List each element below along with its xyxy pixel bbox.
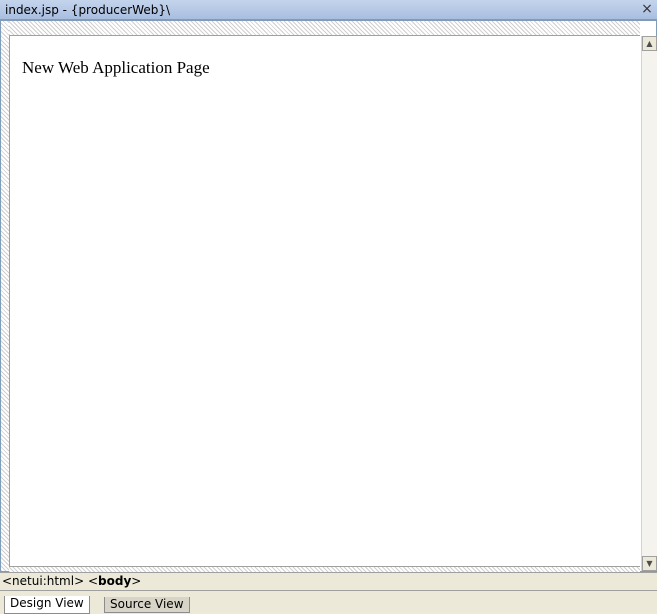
scroll-up-icon[interactable]: ▲: [642, 36, 657, 51]
view-tab-bar: Design View Source View: [0, 590, 657, 614]
editor-title-bar: index.jsp - {producerWeb}\ ×: [0, 0, 657, 20]
tag-body-name: body: [98, 574, 132, 588]
tag-open-bracket: <: [87, 574, 99, 588]
tab-source-view[interactable]: Source View: [104, 597, 190, 613]
scroll-down-icon[interactable]: ▼: [642, 556, 657, 571]
tab-design-view[interactable]: Design View: [4, 596, 90, 614]
design-ruler-top: [9, 21, 640, 36]
editor-title: index.jsp - {producerWeb}\: [5, 3, 171, 17]
tag-path-netui-html[interactable]: <netui:html>: [2, 574, 84, 588]
close-icon[interactable]: ×: [639, 1, 655, 17]
tag-path-body[interactable]: <body>: [88, 574, 141, 588]
design-canvas[interactable]: New Web Application Page: [10, 36, 639, 565]
tag-close-bracket: >: [131, 574, 142, 588]
design-ruler-left: [1, 21, 10, 571]
tag-path-bar: <netui:html> <body>: [0, 572, 657, 590]
vertical-scrollbar[interactable]: ▲ ▼: [641, 36, 657, 571]
page-heading-text[interactable]: New Web Application Page: [22, 58, 210, 78]
